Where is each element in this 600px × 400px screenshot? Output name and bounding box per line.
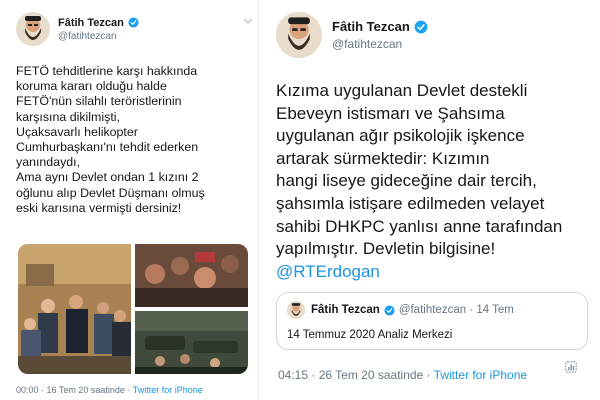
divider xyxy=(258,0,259,400)
avatar xyxy=(287,301,305,319)
verified-badge-icon xyxy=(414,20,428,34)
left-tweet: Fâtih Tezcan @fatihtezcan FETÖ tehditler… xyxy=(0,0,256,400)
tweet-meta: 04:15 · 26 Tem 20 saatinde · Twitter for… xyxy=(278,368,527,382)
display-name[interactable]: Fâtih Tezcan xyxy=(58,17,124,29)
tweet-text: FETÖ tehditlerine karşı hakkında koruma … xyxy=(16,64,205,215)
verified-badge-icon xyxy=(384,304,395,316)
display-name[interactable]: Fâtih Tezcan xyxy=(332,19,410,34)
handle[interactable]: @fatihtezcan xyxy=(58,31,139,42)
quote-text: 14 Temmuz 2020 Analiz Merkezi xyxy=(287,329,453,341)
quote-header: Fâtih Tezcan @fatihtezcan · 14 Tem xyxy=(287,301,577,319)
tweet-photo[interactable] xyxy=(135,244,248,307)
quoted-tweet[interactable]: Fâtih Tezcan @fatihtezcan · 14 Tem 14 Te… xyxy=(276,292,588,350)
quote-handle: @fatihtezcan · 14 Tem xyxy=(398,304,514,316)
tweet-meta: 00:00 · 16 Tem 20 saatinde · Twitter for… xyxy=(16,385,203,395)
tweet-text: Kızıma uygulanan Devlet destekli Ebeveyn… xyxy=(276,81,563,259)
tweet-time[interactable]: 00:00 · 16 Tem 20 saatinde · xyxy=(16,385,130,395)
tweet-header: Fâtih Tezcan @fatihtezcan xyxy=(276,12,586,58)
tweet-source-link[interactable]: Twitter for iPhone xyxy=(133,385,203,395)
tweet-source-link[interactable]: Twitter for iPhone xyxy=(434,368,527,382)
tweet-photo[interactable] xyxy=(18,244,131,374)
analytics-icon[interactable] xyxy=(564,360,578,379)
handle[interactable]: @fatihtezcan xyxy=(332,37,428,51)
quote-display-name: Fâtih Tezcan xyxy=(311,304,380,316)
verified-badge-icon xyxy=(128,17,139,28)
mention-link[interactable]: @RTErdogan xyxy=(276,261,586,284)
avatar[interactable] xyxy=(276,12,322,58)
tweet-photo[interactable] xyxy=(135,311,248,374)
avatar[interactable] xyxy=(16,12,50,46)
tweet-time[interactable]: 04:15 · 26 Tem 20 saatinde · xyxy=(278,368,431,382)
tweet-header: Fâtih Tezcan @fatihtezcan xyxy=(16,12,253,46)
photo-grid xyxy=(18,244,248,374)
right-tweet: Fâtih Tezcan @fatihtezcan Kızıma uygulan… xyxy=(262,0,600,400)
